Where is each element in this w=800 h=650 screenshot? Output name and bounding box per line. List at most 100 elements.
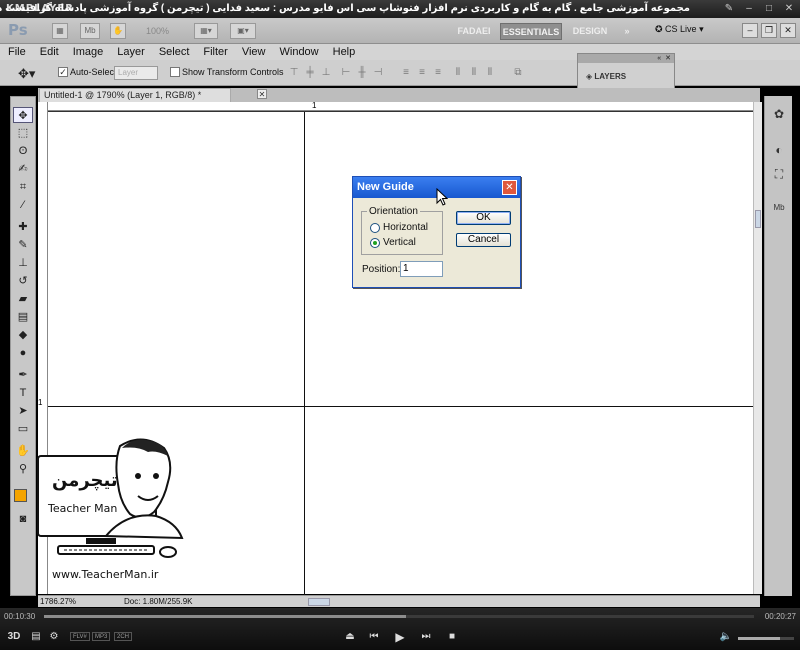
vertical-scrollbar[interactable] (753, 102, 762, 594)
eject-icon[interactable]: ⏏ (342, 630, 358, 644)
workspace-design[interactable]: DESIGN (566, 23, 614, 40)
document-tab[interactable]: Untitled-1 @ 1790% (Layer 1, RGB/8) * (39, 88, 231, 102)
dodge-tool-icon[interactable]: ● (13, 345, 33, 361)
mini-bridge-panel-icon[interactable]: Mb (770, 200, 788, 216)
path-selection-tool-icon[interactable]: ➤ (13, 403, 33, 419)
gradient-tool-icon[interactable]: ▤ (13, 309, 33, 325)
auto-align-icon[interactable]: ⧉ (512, 67, 524, 79)
clone-stamp-tool-icon[interactable]: ⊥ (13, 255, 33, 271)
dialog-close-icon[interactable]: ✕ (502, 180, 517, 195)
masks-panel-icon[interactable]: ⛶ (770, 166, 788, 182)
horizontal-scrollbar-thumb[interactable] (308, 598, 330, 606)
crop-tool-icon[interactable]: ⌗ (13, 179, 33, 195)
ps-close-icon[interactable]: ✕ (780, 23, 796, 38)
distribute-left-icon[interactable]: ⦀ (452, 67, 464, 79)
marquee-tool-icon[interactable]: ⬚ (13, 125, 33, 141)
vertical-radio-label[interactable]: Vertical (383, 237, 416, 248)
eraser-tool-icon[interactable]: ▰ (13, 291, 33, 307)
arrange-documents-icon[interactable]: ▦▾ (194, 23, 218, 39)
menu-select[interactable]: Select (159, 44, 190, 60)
horizontal-radio[interactable] (370, 223, 380, 233)
workspace-essentials[interactable]: ESSENTIALS (500, 23, 562, 40)
menu-filter[interactable]: Filter (203, 44, 227, 60)
shape-tool-icon[interactable]: ▭ (13, 421, 33, 437)
type-tool-icon[interactable]: T (13, 385, 33, 401)
next-icon[interactable]: ⏭ (418, 630, 434, 644)
brush-tool-icon[interactable]: ✎ (13, 237, 33, 253)
playlist-icon[interactable]: ▤ (28, 630, 44, 644)
menu-edit[interactable]: Edit (40, 44, 59, 60)
pin-icon[interactable]: ✎ (722, 2, 736, 15)
move-tool-preset-icon[interactable]: ✥▾ (18, 66, 35, 82)
menu-image[interactable]: Image (73, 44, 104, 60)
history-brush-tool-icon[interactable]: ↺ (13, 273, 33, 289)
adjustments-panel-icon[interactable]: ◐ (770, 142, 788, 158)
menu-file[interactable]: File (8, 44, 26, 60)
lasso-tool-icon[interactable]: ʘ (13, 143, 33, 159)
mini-bridge-icon[interactable]: Mb (80, 23, 100, 39)
horizontal-radio-label[interactable]: Horizontal (383, 222, 428, 233)
foreground-color-swatch[interactable] (14, 489, 27, 502)
hand-view-icon[interactable]: ✋ (110, 23, 126, 39)
vertical-scrollbar-thumb[interactable] (755, 210, 761, 228)
auto-select-dropdown[interactable]: Layer (114, 66, 158, 80)
3d-mode-icon[interactable]: 3D (6, 630, 22, 644)
close-icon[interactable]: ✕ (782, 2, 796, 15)
guide-vertical[interactable] (304, 112, 305, 595)
zoom-tool-icon[interactable]: ⚲ (13, 461, 33, 477)
previous-icon[interactable]: ⏮ (366, 630, 382, 644)
move-tool-icon[interactable]: ✥ (13, 107, 33, 123)
menu-view[interactable]: View (242, 44, 266, 60)
ok-button[interactable]: OK (456, 211, 511, 225)
menu-help[interactable]: Help (333, 44, 356, 60)
ps-restore-icon[interactable]: ❐ (761, 23, 777, 38)
position-input[interactable]: 1 (400, 261, 443, 277)
auto-select-checkbox[interactable]: ✓ (58, 67, 68, 77)
align-bottom-icon[interactable]: ⊥ (320, 67, 332, 79)
stop-icon[interactable]: ■ (444, 630, 460, 644)
volume-icon[interactable]: 🔈 (718, 630, 734, 644)
close-panel-icon[interactable]: ✕ (665, 54, 671, 63)
ruler-horizontal[interactable] (48, 102, 753, 111)
distribute-bottom-icon[interactable]: ≡ (432, 67, 444, 79)
menu-layer[interactable]: Layer (117, 44, 145, 60)
align-hcenter-icon[interactable]: ╫ (356, 67, 368, 79)
distribute-vcenter-icon[interactable]: ≡ (416, 67, 428, 79)
distribute-top-icon[interactable]: ≡ (400, 67, 412, 79)
align-right-icon[interactable]: ⊣ (372, 67, 384, 79)
distribute-right-icon[interactable]: ⦀ (484, 67, 496, 79)
menu-window[interactable]: Window (280, 44, 319, 60)
workspace-fadaei[interactable]: FADAEI (448, 23, 500, 40)
align-left-icon[interactable]: ⊢ (340, 67, 352, 79)
volume-slider[interactable] (738, 637, 794, 640)
cancel-button[interactable]: Cancel (456, 233, 511, 247)
document-close-icon[interactable]: ✕ (257, 89, 267, 99)
cs-live-button[interactable]: ✪ CS Live ▾ (655, 24, 704, 35)
quick-mask-icon[interactable]: ◙ (13, 511, 33, 527)
pen-tool-icon[interactable]: ✒ (13, 367, 33, 383)
seek-bar[interactable] (44, 615, 754, 618)
color-panel-icon[interactable]: ✿ (770, 106, 788, 122)
maximize-icon[interactable]: □ (762, 2, 776, 15)
collapse-panel-icon[interactable]: « (657, 54, 661, 63)
guide-horizontal[interactable] (48, 406, 753, 407)
align-top-icon[interactable]: ⊤ (288, 67, 300, 79)
quick-selection-tool-icon[interactable]: ✍ (13, 161, 33, 177)
minimize-icon[interactable]: – (742, 2, 756, 15)
screen-mode-icon[interactable]: ▣▾ (230, 23, 256, 39)
settings-gear-icon[interactable]: ⚙ (46, 630, 62, 644)
distribute-hcenter-icon[interactable]: ⦀ (468, 67, 480, 79)
status-zoom[interactable]: 1786.27% (40, 597, 76, 606)
show-transform-checkbox[interactable] (170, 67, 180, 77)
ps-minimize-icon[interactable]: – (742, 23, 758, 38)
zoom-level-select[interactable]: 100% (146, 23, 182, 39)
blur-tool-icon[interactable]: ◆ (13, 327, 33, 343)
layers-tab[interactable]: ◈ LAYERS (586, 72, 626, 81)
align-vcenter-icon[interactable]: ╪ (304, 67, 316, 79)
eyedropper-tool-icon[interactable]: ⁄ (13, 197, 33, 213)
hand-tool-icon[interactable]: ✋ (13, 443, 33, 459)
play-icon[interactable]: ▶ (392, 630, 408, 644)
bridge-icon[interactable]: ▦ (52, 23, 68, 39)
workspace-more-icon[interactable]: » (618, 23, 636, 40)
healing-brush-tool-icon[interactable]: ✚ (13, 219, 33, 235)
